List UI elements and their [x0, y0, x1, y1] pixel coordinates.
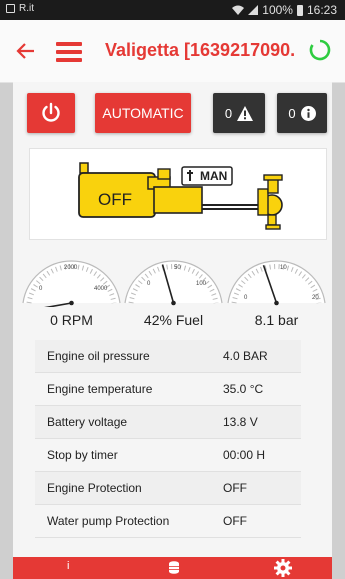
pressure-tick-mid: 10	[280, 265, 287, 271]
param-value: 00:00 H	[223, 448, 266, 462]
param-label: Engine Protection	[47, 481, 142, 495]
rpm-tick-min: 0	[39, 286, 43, 292]
param-label: Water pump Protection	[47, 514, 170, 528]
info-button[interactable]: 0	[277, 93, 327, 133]
rpm-gauge: 0 2000 4000	[21, 251, 122, 311]
wifi-icon	[232, 5, 245, 15]
automatic-button[interactable]: AUTOMATIC	[95, 93, 191, 133]
settings-gear-icon[interactable]	[274, 559, 292, 577]
power-button[interactable]	[27, 93, 75, 133]
parameter-table: Engine oil pressure 4.0 BAR Engine tempe…	[35, 340, 301, 538]
table-row: Engine Protection OFF	[35, 472, 301, 505]
param-value: 13.8 V	[223, 415, 258, 429]
fuel-gauge: 0 50 100	[123, 251, 224, 307]
engine-state-label: OFF	[98, 190, 132, 209]
status-left-text: R.it	[19, 3, 34, 14]
pressure-gauge: 0 10 20	[226, 251, 327, 307]
table-row: Stop by timer 00:00 H	[35, 439, 301, 472]
main-panel: AUTOMATIC 0 0 OFF MAN 0 2000 4000 0 50 1…	[13, 82, 332, 557]
param-label: Engine temperature	[47, 382, 153, 396]
page-title: Valigetta [1639217090...	[105, 40, 295, 60]
menu-icon[interactable]	[56, 42, 82, 62]
param-value: 4.0 BAR	[223, 349, 268, 363]
info-count: 0	[288, 105, 296, 121]
pressure-tick-max: 20	[312, 295, 319, 301]
gauge-needle-line	[31, 302, 72, 311]
power-icon	[42, 102, 60, 122]
pressure-tick-min: 0	[244, 295, 248, 301]
fuel-tick-max: 100	[196, 281, 207, 287]
notification-icon	[6, 4, 15, 13]
info-icon	[300, 105, 316, 121]
refresh-icon[interactable]	[309, 39, 331, 61]
param-label: Battery voltage	[47, 415, 128, 429]
rpm-needle	[31, 302, 72, 311]
param-value: OFF	[223, 514, 247, 528]
table-row: Engine temperature 35.0 °C	[35, 373, 301, 406]
param-label: Stop by timer	[47, 448, 118, 462]
signal-icon	[248, 5, 259, 15]
pressure-value: 8.1 bar	[254, 312, 299, 328]
fuel-value: 42% Fuel	[143, 312, 204, 328]
rpm-value: 0 RPM	[50, 312, 93, 328]
status-left: R.it	[6, 3, 34, 14]
battery-icon	[296, 4, 303, 16]
table-row: Battery voltage 13.8 V	[35, 406, 301, 439]
app-header: Valigetta [1639217090...	[0, 20, 345, 83]
back-arrow-icon[interactable]	[16, 41, 36, 61]
status-bar: R.it 100% 16:23	[0, 0, 345, 20]
param-value: OFF	[223, 481, 247, 495]
clock: 16:23	[306, 3, 337, 17]
battery-percent: 100%	[262, 3, 293, 17]
warnings-button[interactable]: 0	[213, 93, 265, 133]
rpm-tick-max: 4000	[94, 286, 108, 292]
engine-status-panel: OFF MAN	[29, 148, 327, 240]
fuel-tick-min: 0	[147, 281, 151, 287]
param-label: Engine oil pressure	[47, 349, 150, 363]
table-row: Engine oil pressure 4.0 BAR	[35, 340, 301, 373]
info-tab[interactable]: i	[67, 560, 69, 572]
bottom-nav: i	[13, 557, 332, 579]
engine-mode-label: MAN	[200, 169, 228, 183]
warning-icon	[237, 105, 254, 121]
engine-illustration	[78, 162, 283, 230]
warnings-count: 0	[224, 105, 233, 121]
param-value: 35.0 °C	[223, 382, 264, 396]
status-right: 100% 16:23	[232, 3, 337, 17]
table-row: Water pump Protection OFF	[35, 505, 301, 538]
database-icon[interactable]	[169, 561, 179, 574]
fuel-tick-mid: 50	[174, 265, 181, 271]
rpm-tick-mid: 2000	[64, 265, 78, 271]
